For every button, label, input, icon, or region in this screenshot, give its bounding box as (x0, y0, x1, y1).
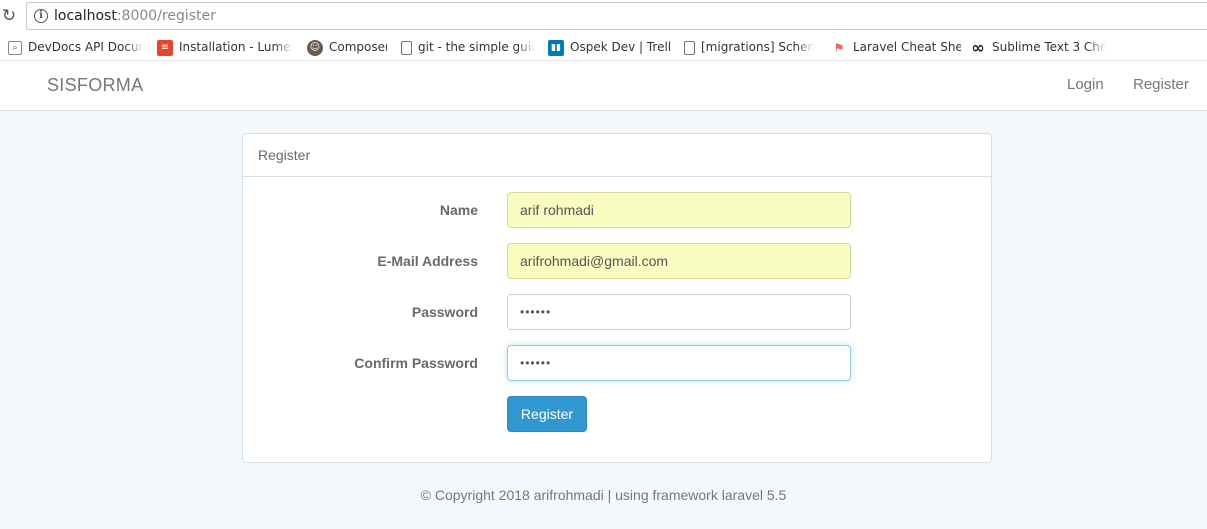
email-field[interactable]: arifrohmadi@gmail.com (507, 243, 851, 279)
panel-title: Register (258, 147, 311, 163)
bookmark-trello[interactable]: ▮▮ Ospek Dev | Trello (548, 38, 670, 56)
confirm-password-label: Confirm Password (354, 355, 478, 371)
trello-icon: ▮▮ (548, 39, 564, 56)
bookmark-composer[interactable]: ☺ Composer (307, 38, 387, 56)
brand-link[interactable]: SISFORMA (47, 75, 143, 96)
login-link[interactable]: Login (1067, 76, 1104, 93)
url-text: localhost:8000/register (54, 8, 216, 24)
register-button[interactable]: Register (507, 396, 587, 432)
lumen-icon: ≡ (157, 39, 173, 56)
register-panel: Register Name arif rohmadi E-Mail Addres… (242, 133, 992, 463)
bookmark-sublime[interactable]: ∞Sublime Text 3 Cheat (970, 38, 1106, 56)
register-link[interactable]: Register (1133, 76, 1189, 93)
email-label: E-Mail Address (377, 253, 478, 269)
footer-copyright: © Copyright 2018 arifrohmadi | using fra… (420, 487, 787, 503)
confirm-password-field[interactable]: •••••• (507, 345, 851, 381)
composer-icon: ☺ (307, 39, 323, 56)
bookmark-migrations[interactable]: [migrations] Schema (682, 38, 814, 56)
laravel-icon: ⚑ (831, 39, 847, 56)
name-label: Name (439, 202, 478, 218)
bookmark-devdocs[interactable]: ⌕DevDocs API Docume (8, 38, 144, 56)
reload-icon[interactable]: ↻ (0, 6, 18, 26)
panel-heading: Register (243, 134, 991, 177)
bookmark-laravel-cheat-sheet[interactable]: ⚑Laravel Cheat Sheet (831, 38, 961, 56)
infinity-icon: ∞ (970, 38, 986, 56)
navbar: SISFORMA Login Register (0, 61, 1207, 111)
page-icon (401, 40, 412, 55)
browser-address-bar: ↻ i localhost:8000/register (0, 0, 1207, 33)
page-icon (684, 40, 695, 55)
name-field[interactable]: arif rohmadi (507, 192, 851, 228)
bookmark-git[interactable]: git - the simple guide (399, 38, 535, 56)
bookmarks-bar: ⌕DevDocs API Docume ≡Installation - Lume… (0, 33, 1207, 61)
url-field[interactable]: i localhost:8000/register (26, 2, 1207, 30)
magnifier-icon: ⌕ (8, 40, 22, 55)
info-icon[interactable]: i (34, 9, 48, 23)
password-field[interactable]: •••••• (507, 294, 851, 330)
bookmark-lumen[interactable]: ≡Installation - Lumen - (157, 38, 293, 56)
password-label: Password (411, 304, 478, 320)
